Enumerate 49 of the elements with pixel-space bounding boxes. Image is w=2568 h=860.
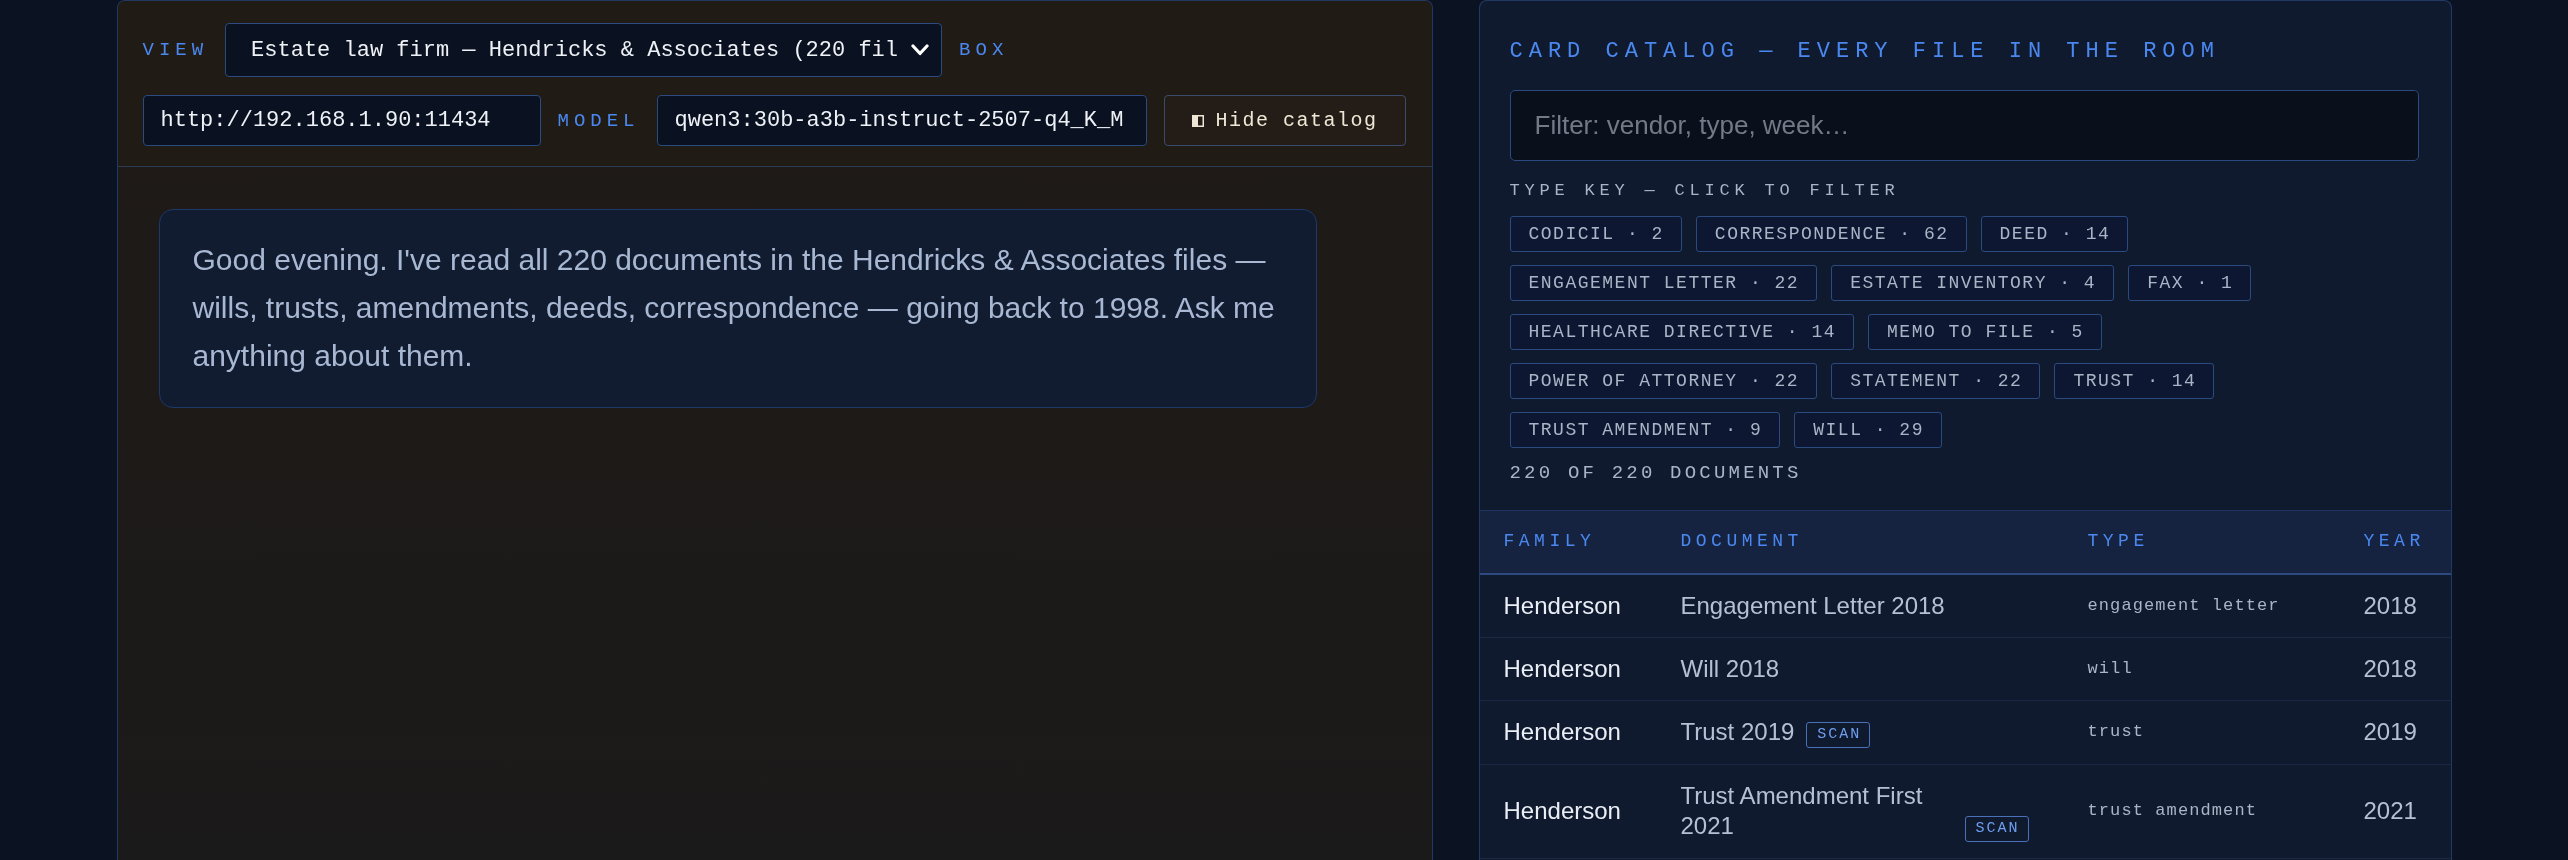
type-cell: engagement letter	[2063, 573, 2340, 637]
scan-tag: SCAN	[1964, 815, 2029, 842]
hide-catalog-button[interactable]: Hide catalog	[1163, 95, 1406, 146]
type-filter-chip[interactable]: HEALTHCARE DIRECTIVE · 14	[1509, 314, 1855, 350]
type-cell: trust amendment	[2063, 764, 2340, 858]
model-label: MODEL	[557, 108, 640, 133]
filter-field[interactable]: Filter: vendor, type, week…	[1509, 90, 2419, 161]
type-filter-chip[interactable]: CODICIL · 2	[1509, 216, 1682, 252]
model-field[interactable]: qwen3:30b-a3b-instruct-2507-q4_K_M	[656, 95, 1147, 146]
column-header[interactable]: FAMILY	[1479, 510, 1657, 574]
family-cell: Henderson	[1479, 764, 1657, 858]
year-cell: 2021	[2339, 764, 2451, 858]
type-filter-chip[interactable]: ESTATE INVENTORY · 4	[1831, 265, 2115, 301]
document-count: 220 OF 220 DOCUMENTS	[1509, 461, 1803, 485]
column-header[interactable]: DOCUMENT	[1656, 510, 2064, 574]
catalog-title: CARD CATALOG — EVERY FILE IN THE ROOM	[1509, 39, 2221, 65]
document-name[interactable]: Will 2018	[1680, 653, 1780, 684]
type-cell: trust	[2063, 700, 2340, 764]
view-label: VIEW	[142, 38, 209, 62]
chevron-down-icon	[911, 44, 930, 56]
family-cell: Henderson	[1479, 573, 1657, 637]
type-cell: will	[2063, 637, 2340, 700]
view-dropdown[interactable]: Estate law firm — Hendricks & Associates (220 fil	[225, 23, 943, 77]
type-filter-chip[interactable]: CORRESPONDENCE · 62	[1695, 216, 1967, 252]
column-header[interactable]: YEAR	[2339, 510, 2451, 574]
type-filter-chip[interactable]: FAX · 1	[2128, 265, 2252, 301]
host-url-field[interactable]: http://192.168.1.90:11434	[142, 95, 541, 146]
column-header[interactable]: TYPE	[2063, 510, 2340, 574]
type-filter-chip[interactable]: TRUST · 14	[2054, 363, 2215, 399]
type-filter-chip[interactable]: STATEMENT · 22	[1831, 363, 2041, 399]
scan-tag: SCAN	[1806, 721, 1871, 748]
document-name[interactable]: Trust 2019	[1680, 716, 1795, 747]
half-square-icon	[1191, 114, 1204, 127]
document-name[interactable]: Trust Amendment First 2021	[1680, 780, 1953, 841]
year-cell: 2018	[2339, 637, 2451, 700]
type-filter-chip[interactable]: WILL · 29	[1794, 412, 1942, 448]
box-label: BOX	[959, 38, 1009, 62]
type-filter-chip[interactable]: DEED · 14	[1980, 216, 2129, 252]
family-cell: Henderson	[1479, 637, 1657, 700]
type-filter-chip[interactable]: TRUST AMENDMENT · 9	[1509, 412, 1781, 448]
type-filter-chip[interactable]: ENGAGEMENT LETTER · 22	[1509, 265, 1818, 301]
document-name[interactable]: Engagement Letter 2018	[1680, 590, 1945, 621]
year-cell: 2019	[2339, 700, 2451, 764]
type-filter-chip[interactable]: MEMO TO FILE · 5	[1868, 314, 2102, 350]
assistant-message: Good evening. I've read all 220 documents in the Hendricks & Associates files — wills, trusts, amendments, deeds, correspondence — going back to 1998. Ask me anything about them.	[158, 209, 1317, 408]
type-key-heading: TYPE KEY — CLICK TO FILTER	[1509, 180, 1901, 202]
family-cell: Henderson	[1479, 700, 1657, 764]
year-cell: 2018	[2339, 573, 2451, 637]
type-filter-chip[interactable]: POWER OF ATTORNEY · 22	[1509, 363, 1818, 399]
